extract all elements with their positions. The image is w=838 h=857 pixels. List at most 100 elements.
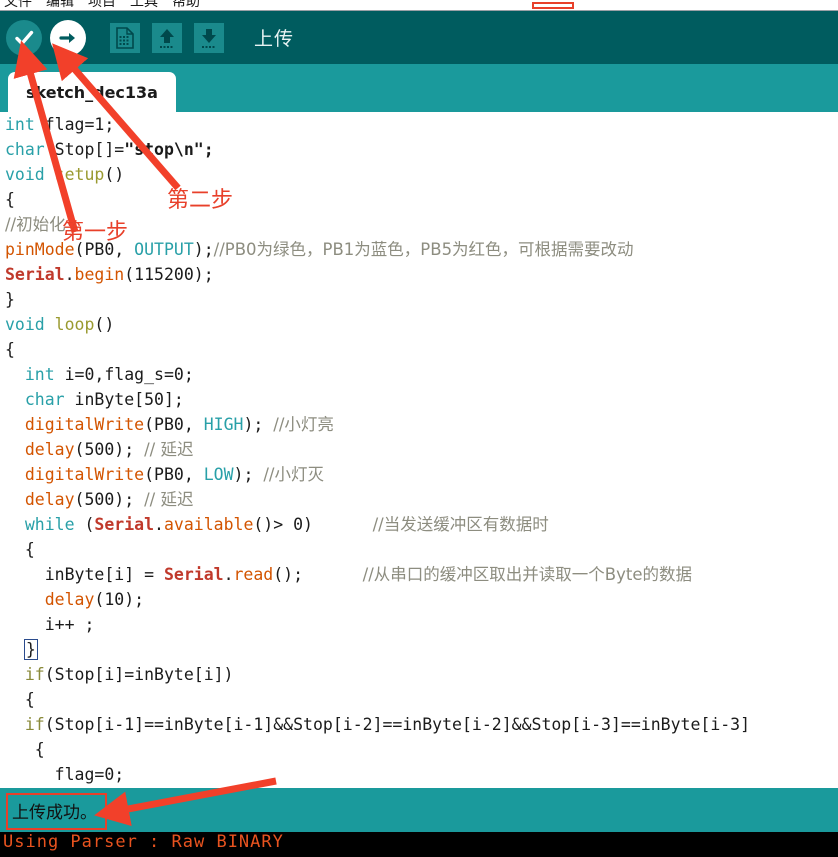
code-line: { bbox=[5, 737, 750, 762]
code-token: ( bbox=[84, 515, 94, 534]
code-token: int bbox=[5, 115, 45, 134]
code-token: HIGH bbox=[204, 415, 244, 434]
code-token: ()> 0) bbox=[253, 515, 372, 534]
code-token: (Stop[i-1]==inByte[i-1]&&Stop[i-2]==inBy… bbox=[45, 715, 750, 734]
code-token bbox=[5, 440, 25, 459]
code-token: //从串口的缓冲区取出并读取一个Byte的数据 bbox=[363, 565, 692, 584]
code-token: char bbox=[5, 140, 55, 159]
code-line: digitalWrite(PB0, LOW); //小灯灭 bbox=[5, 462, 750, 487]
code-token: Stop[]= bbox=[55, 140, 125, 159]
code-line: if(Stop[i-1]==inByte[i-1]&&Stop[i-2]==in… bbox=[5, 712, 750, 737]
code-token: (); bbox=[273, 565, 362, 584]
code-token: loop bbox=[55, 315, 95, 334]
code-line: delay(500); // 延迟 bbox=[5, 487, 750, 512]
code-token: "stop\n"; bbox=[124, 140, 213, 159]
code-token: (500); bbox=[75, 490, 145, 509]
code-token: (500); bbox=[75, 440, 145, 459]
code-line: Serial.begin(115200); bbox=[5, 262, 750, 287]
code-line: { bbox=[5, 687, 750, 712]
code-token: (10); bbox=[94, 590, 144, 609]
code-token: ); bbox=[243, 415, 273, 434]
code-token: . bbox=[154, 515, 164, 534]
code-token: read bbox=[234, 565, 274, 584]
menu-item-0[interactable]: 文件 bbox=[2, 0, 34, 10]
code-token: i++ ; bbox=[5, 615, 94, 634]
code-token: inByte[50]; bbox=[75, 390, 184, 409]
code-line: digitalWrite(PB0, HIGH); //小灯亮 bbox=[5, 412, 750, 437]
code-line: if(Stop[i]=inByte[i]) bbox=[5, 662, 750, 687]
code-token: delay bbox=[25, 440, 75, 459]
code-token: ); bbox=[194, 240, 214, 259]
code-token: Serial bbox=[5, 265, 65, 284]
code-line: delay(500); // 延迟 bbox=[5, 437, 750, 462]
code-editor[interactable]: int flag=1; char Stop[]="stop\n"; void set… bbox=[0, 112, 838, 788]
code-line: int flag=1; bbox=[5, 112, 750, 137]
code-token bbox=[5, 415, 25, 434]
code-token bbox=[5, 490, 25, 509]
code-token: LOW bbox=[204, 465, 234, 484]
menu-item-4[interactable]: 帮助 bbox=[170, 0, 202, 10]
open-sketch-button[interactable] bbox=[152, 23, 182, 53]
console-output[interactable]: Using Parser : Raw BINARY bbox=[0, 832, 838, 857]
code-token bbox=[5, 665, 25, 684]
code-token: if bbox=[25, 665, 45, 684]
code-token: { bbox=[5, 190, 15, 209]
menu-item-2[interactable]: 项目 bbox=[86, 0, 118, 10]
code-token bbox=[5, 390, 25, 409]
code-token: Serial bbox=[94, 515, 154, 534]
code-token: { bbox=[5, 690, 35, 709]
code-token bbox=[5, 515, 25, 534]
code-token: (PB0, bbox=[144, 465, 204, 484]
code-line: inByte[i] = Serial.read(); //从串口的缓冲区取出并读… bbox=[5, 562, 750, 587]
check-icon bbox=[13, 27, 35, 49]
code-token: setup bbox=[55, 165, 105, 184]
code-token bbox=[5, 640, 25, 659]
code-token: flag=0; bbox=[5, 765, 124, 784]
code-token: delay bbox=[45, 590, 95, 609]
code-token: while bbox=[25, 515, 85, 534]
code-token: // 延迟 bbox=[144, 490, 193, 509]
code-content: int flag=1; char Stop[]="stop\n"; void set… bbox=[5, 112, 750, 787]
menu-item-3[interactable]: 工具 bbox=[128, 0, 160, 10]
code-token: //小灯亮 bbox=[273, 415, 334, 434]
code-line: { bbox=[5, 187, 750, 212]
code-token: //当发送缓冲区有数据时 bbox=[373, 515, 549, 534]
code-line: char inByte[50]; bbox=[5, 387, 750, 412]
code-line: int i=0,flag_s=0; bbox=[5, 362, 750, 387]
code-token: void bbox=[5, 315, 55, 334]
code-line: } bbox=[5, 287, 750, 312]
code-token: ); bbox=[234, 465, 264, 484]
code-token: () bbox=[104, 165, 124, 184]
code-token bbox=[5, 365, 25, 384]
code-token: available bbox=[164, 515, 253, 534]
code-token: //PB0为绿色，PB1为蓝色，PB5为红色，可根据需要改动 bbox=[214, 240, 634, 259]
code-token: (115200); bbox=[124, 265, 213, 284]
code-token: // 延迟 bbox=[144, 440, 193, 459]
code-token: OUTPUT bbox=[134, 240, 194, 259]
code-line: { bbox=[5, 337, 750, 362]
code-token: inByte[i] = bbox=[5, 565, 164, 584]
code-token: } bbox=[5, 290, 15, 309]
tab-sketch[interactable]: sketch_dec13a bbox=[8, 72, 176, 112]
code-line: void setup() bbox=[5, 162, 750, 187]
new-sketch-button[interactable] bbox=[110, 23, 140, 53]
verify-button[interactable] bbox=[6, 20, 42, 56]
code-token: //初始化 bbox=[5, 215, 66, 234]
code-token: . bbox=[224, 565, 234, 584]
code-token: (Stop[i]=inByte[i]) bbox=[45, 665, 234, 684]
menu-bar: 文件编辑项目工具帮助 bbox=[0, 0, 838, 10]
code-token: } bbox=[25, 640, 37, 659]
tab-bar: sketch_dec13a bbox=[0, 72, 838, 112]
code-token: Serial bbox=[164, 565, 224, 584]
code-token: if bbox=[25, 715, 45, 734]
code-line: void loop() bbox=[5, 312, 750, 337]
save-sketch-button[interactable] bbox=[194, 23, 224, 53]
code-token: { bbox=[5, 540, 35, 559]
code-line: flag=0; bbox=[5, 762, 750, 787]
upload-button[interactable] bbox=[50, 20, 86, 56]
code-token: digitalWrite bbox=[25, 415, 144, 434]
menu-item-1[interactable]: 编辑 bbox=[44, 0, 76, 10]
code-token: //小灯灭 bbox=[263, 465, 324, 484]
status-message: 上传成功。 bbox=[6, 793, 107, 830]
new-file-icon bbox=[115, 27, 135, 49]
